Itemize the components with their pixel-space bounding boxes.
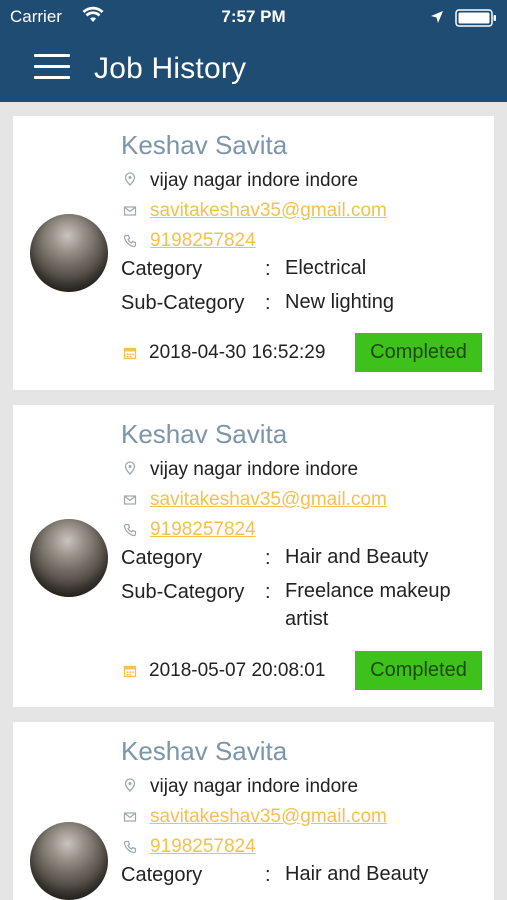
sub-category-value: Freelance makeup artist bbox=[285, 580, 451, 630]
address-text: vijay nagar indore indore bbox=[150, 459, 359, 480]
header-bar: Job History bbox=[0, 34, 507, 102]
category-separator: : bbox=[265, 258, 271, 280]
avatar bbox=[30, 822, 108, 900]
phone-link[interactable]: 9198257824 bbox=[150, 519, 256, 541]
job-card[interactable]: Keshav Savita vijay nagar indore indore … bbox=[13, 116, 494, 390]
customer-name: Keshav Savita bbox=[121, 130, 288, 160]
battery-icon bbox=[455, 9, 497, 32]
email-link[interactable]: savitakeshav35@gmail.com bbox=[150, 806, 387, 828]
hamburger-menu-icon[interactable] bbox=[34, 52, 72, 80]
phone-icon bbox=[123, 523, 137, 537]
category-value: Hair and Beauty bbox=[285, 863, 429, 885]
envelope-icon bbox=[123, 206, 137, 216]
location-arrow-icon bbox=[430, 9, 444, 29]
phone-icon bbox=[123, 234, 137, 248]
category-label: Category bbox=[121, 547, 203, 569]
envelope-icon bbox=[123, 495, 137, 505]
sub-category-value: New lighting bbox=[285, 291, 394, 313]
job-history-list[interactable]: Keshav Savita vijay nagar indore indore … bbox=[0, 102, 507, 900]
envelope-icon bbox=[123, 812, 137, 822]
avatar bbox=[30, 519, 108, 597]
status-badge: Completed bbox=[355, 651, 482, 690]
category-value: Hair and Beauty bbox=[285, 546, 429, 568]
category-value: Electrical bbox=[285, 257, 367, 279]
job-datetime: 2018-04-30 16:52:29 bbox=[149, 342, 326, 363]
location-pin-icon bbox=[124, 172, 136, 186]
sub-category-label: Sub-Category bbox=[121, 581, 245, 603]
location-pin-icon bbox=[124, 778, 136, 792]
job-card[interactable]: Keshav Savita vijay nagar indore indore … bbox=[13, 405, 494, 707]
address-text: vijay nagar indore indore bbox=[150, 776, 359, 797]
phone-link[interactable]: 9198257824 bbox=[150, 230, 256, 252]
category-separator: : bbox=[265, 547, 271, 569]
phone-link[interactable]: 9198257824 bbox=[150, 836, 256, 858]
customer-name: Keshav Savita bbox=[121, 419, 288, 449]
status-bar: Carrier 7:57 PM bbox=[0, 0, 507, 34]
email-link[interactable]: savitakeshav35@gmail.com bbox=[150, 200, 387, 222]
calendar-icon bbox=[123, 347, 137, 360]
category-label: Category bbox=[121, 864, 203, 886]
phone-icon bbox=[123, 840, 137, 854]
status-badge: Completed bbox=[355, 333, 482, 372]
sub-category-separator: : bbox=[265, 581, 271, 603]
calendar-icon bbox=[123, 665, 137, 678]
job-card[interactable]: Keshav Savita vijay nagar indore indore … bbox=[13, 722, 494, 900]
category-separator: : bbox=[265, 864, 271, 886]
address-text: vijay nagar indore indore bbox=[150, 170, 359, 191]
avatar bbox=[30, 214, 108, 292]
job-datetime: 2018-05-07 20:08:01 bbox=[149, 660, 326, 681]
email-link[interactable]: savitakeshav35@gmail.com bbox=[150, 489, 387, 511]
location-pin-icon bbox=[124, 461, 136, 475]
customer-name: Keshav Savita bbox=[121, 736, 288, 766]
category-label: Category bbox=[121, 258, 203, 280]
page-title: Job History bbox=[94, 52, 247, 85]
sub-category-label: Sub-Category bbox=[121, 292, 245, 314]
sub-category-separator: : bbox=[265, 292, 271, 314]
